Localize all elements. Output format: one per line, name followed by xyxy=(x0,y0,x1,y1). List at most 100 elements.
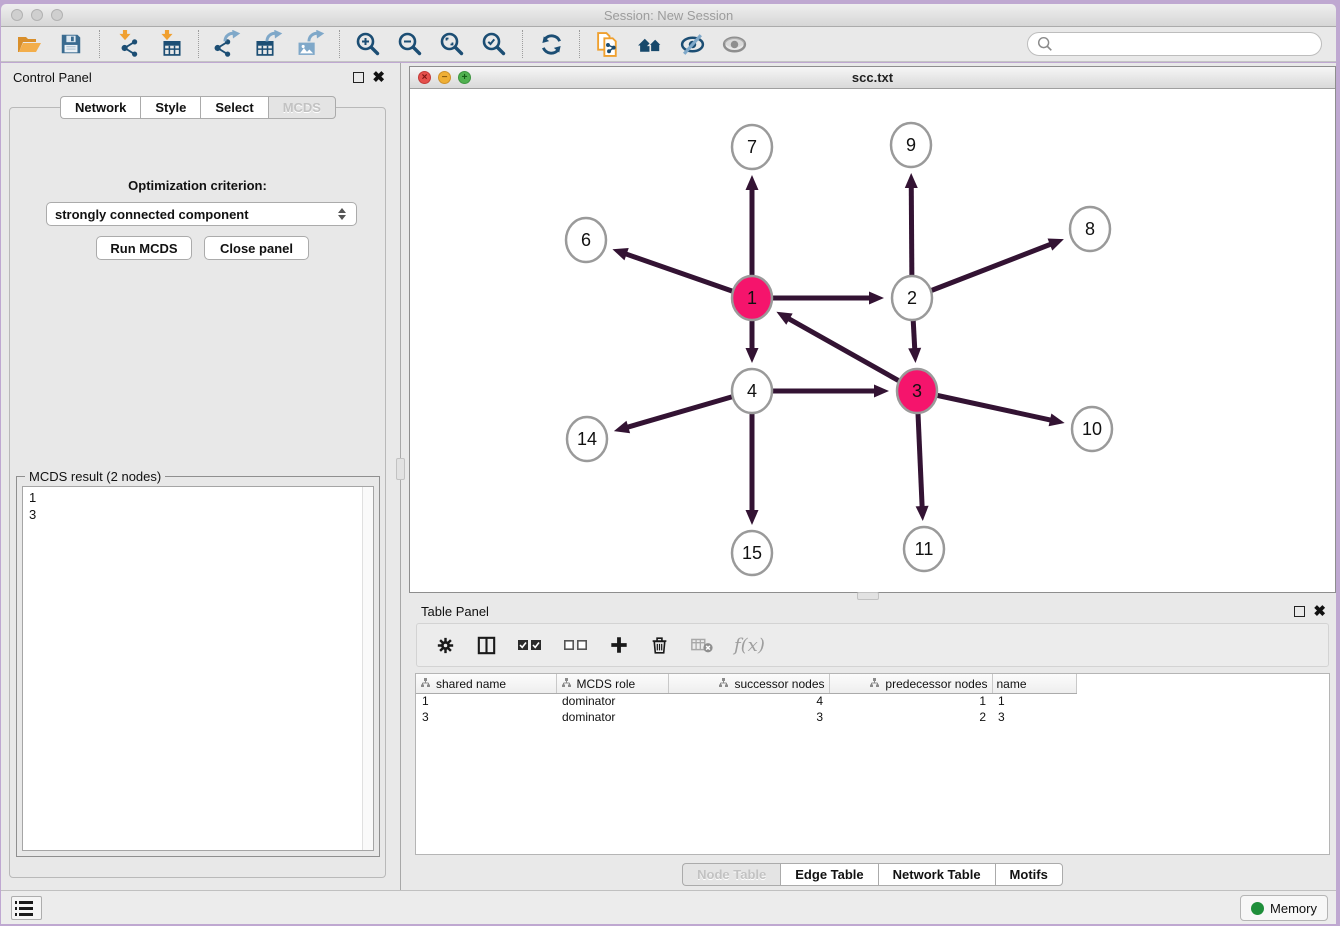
node-label: 9 xyxy=(906,135,916,155)
control-panel-header: Control Panel ✖ xyxy=(1,63,395,91)
search-box[interactable] xyxy=(1027,32,1322,56)
node-table-body: 1dominator4113dominator323 xyxy=(416,693,1076,725)
tab-motifs[interactable]: Motifs xyxy=(995,863,1063,886)
node-label: 14 xyxy=(577,429,597,449)
float-table-panel-icon[interactable] xyxy=(1294,606,1305,617)
node-label: 15 xyxy=(742,543,762,563)
task-history-button[interactable] xyxy=(11,896,42,920)
network-graph[interactable]: 1234678910111415 xyxy=(410,89,1336,593)
houses-icon[interactable] xyxy=(636,30,664,58)
tab-edge-table[interactable]: Edge Table xyxy=(780,863,877,886)
window-title: Session: New Session xyxy=(1,8,1336,23)
node-label: 2 xyxy=(907,288,917,308)
tab-network-table[interactable]: Network Table xyxy=(878,863,995,886)
refresh-icon[interactable] xyxy=(537,30,565,58)
zoom-fit-icon[interactable] xyxy=(438,30,466,58)
tree-icon xyxy=(420,677,431,688)
tree-icon xyxy=(561,677,572,688)
function-builder-icon: f(x) xyxy=(734,635,765,656)
edge-arrowhead xyxy=(908,348,921,363)
vertical-splitter[interactable] xyxy=(395,63,409,890)
export-image-icon[interactable] xyxy=(297,30,325,58)
status-bar: Memory xyxy=(1,890,1336,924)
search-input[interactable] xyxy=(1054,37,1313,51)
splitter-grip[interactable] xyxy=(396,458,405,480)
main-titlebar: Session: New Session xyxy=(1,4,1336,27)
table-cell[interactable]: 3 xyxy=(668,709,829,725)
select-all-icon[interactable] xyxy=(517,637,543,653)
table-cell[interactable]: 2 xyxy=(829,709,992,725)
table-cell[interactable]: 3 xyxy=(416,709,556,725)
edge-arrowhead xyxy=(746,175,759,190)
column-header-mcds-role[interactable]: MCDS role xyxy=(556,674,668,693)
tab-style[interactable]: Style xyxy=(140,96,200,119)
float-panel-icon[interactable] xyxy=(353,72,364,83)
result-scrollbar[interactable] xyxy=(362,487,373,850)
graph-edge[interactable] xyxy=(787,318,917,391)
columns-icon[interactable] xyxy=(476,635,497,656)
memory-label: Memory xyxy=(1270,901,1317,916)
network-canvas[interactable]: 1234678910111415 xyxy=(410,89,1335,592)
node-table[interactable]: shared name MCDS role successor nodes pr… xyxy=(415,673,1330,855)
export-network-icon[interactable] xyxy=(213,30,241,58)
eye-crossed-icon[interactable] xyxy=(678,30,706,58)
deselect-all-icon[interactable] xyxy=(563,637,589,653)
mcds-panel: Optimization criterion: strongly connect… xyxy=(9,107,386,878)
optimization-criterion-dropdown[interactable]: strongly connected component xyxy=(46,202,357,226)
zoom-out-icon[interactable] xyxy=(396,30,424,58)
node-label: 11 xyxy=(915,539,934,559)
tab-mcds[interactable]: MCDS xyxy=(268,96,336,119)
import-network-icon[interactable] xyxy=(114,30,142,58)
close-panel-button[interactable]: Close panel xyxy=(204,236,309,260)
edge-arrowhead xyxy=(869,292,884,305)
tree-icon xyxy=(718,677,729,688)
horizontal-splitter-grip[interactable] xyxy=(857,592,879,600)
node-label: 3 xyxy=(912,381,922,401)
edge-arrowhead xyxy=(746,510,759,525)
network-document-icon[interactable] xyxy=(594,30,622,58)
column-header-name[interactable]: name xyxy=(992,674,1076,693)
table-tabs: Node Table Edge Table Network Table Moti… xyxy=(682,863,1063,886)
table-cell[interactable]: dominator xyxy=(556,709,668,725)
tree-icon xyxy=(869,677,880,688)
mcds-result-text[interactable]: 1 3 xyxy=(22,486,374,851)
zoom-in-icon[interactable] xyxy=(354,30,382,58)
content-region: Control Panel ✖ Network Style Select MCD… xyxy=(1,63,1336,890)
save-session-icon[interactable] xyxy=(57,30,85,58)
memory-button[interactable]: Memory xyxy=(1240,895,1328,921)
control-panel: Control Panel ✖ Network Style Select MCD… xyxy=(1,63,395,890)
table-cell[interactable]: dominator xyxy=(556,693,668,709)
table-header-row: shared name MCDS role successor nodes pr… xyxy=(416,674,1076,693)
column-header-predecessor-nodes[interactable]: predecessor nodes xyxy=(829,674,992,693)
trash-icon[interactable] xyxy=(649,635,670,656)
network-window-title: scc.txt xyxy=(410,70,1335,85)
zoom-selected-icon[interactable] xyxy=(480,30,508,58)
table-cell[interactable]: 1 xyxy=(829,693,992,709)
table-cell[interactable]: 1 xyxy=(992,693,1076,709)
close-table-panel-icon[interactable]: ✖ xyxy=(1313,606,1326,617)
close-panel-icon[interactable]: ✖ xyxy=(372,72,385,83)
network-window-titlebar[interactable]: × − + scc.txt xyxy=(410,67,1335,89)
import-table-icon[interactable] xyxy=(156,30,184,58)
table-cell[interactable]: 4 xyxy=(668,693,829,709)
column-header-successor-nodes[interactable]: successor nodes xyxy=(668,674,829,693)
gear-icon[interactable] xyxy=(435,635,456,656)
plus-icon[interactable] xyxy=(609,635,629,655)
table-cell[interactable]: 1 xyxy=(416,693,556,709)
tab-network[interactable]: Network xyxy=(60,96,140,119)
tab-select[interactable]: Select xyxy=(200,96,267,119)
graph-edge[interactable] xyxy=(912,243,1053,298)
eye-icon[interactable] xyxy=(720,30,748,58)
run-mcds-button[interactable]: Run MCDS xyxy=(96,236,192,260)
table-row[interactable]: 1dominator411 xyxy=(416,693,1076,709)
open-file-icon[interactable] xyxy=(15,30,43,58)
edge-arrowhead xyxy=(905,173,918,188)
node-label: 7 xyxy=(747,137,757,157)
tab-node-table[interactable]: Node Table xyxy=(682,863,780,886)
column-header-shared-name[interactable]: shared name xyxy=(416,674,556,693)
table-cell[interactable]: 3 xyxy=(992,709,1076,725)
mcds-result-title: MCDS result (2 nodes) xyxy=(25,469,165,484)
node-label: 1 xyxy=(747,288,757,308)
table-row[interactable]: 3dominator323 xyxy=(416,709,1076,725)
export-table-icon[interactable] xyxy=(255,30,283,58)
